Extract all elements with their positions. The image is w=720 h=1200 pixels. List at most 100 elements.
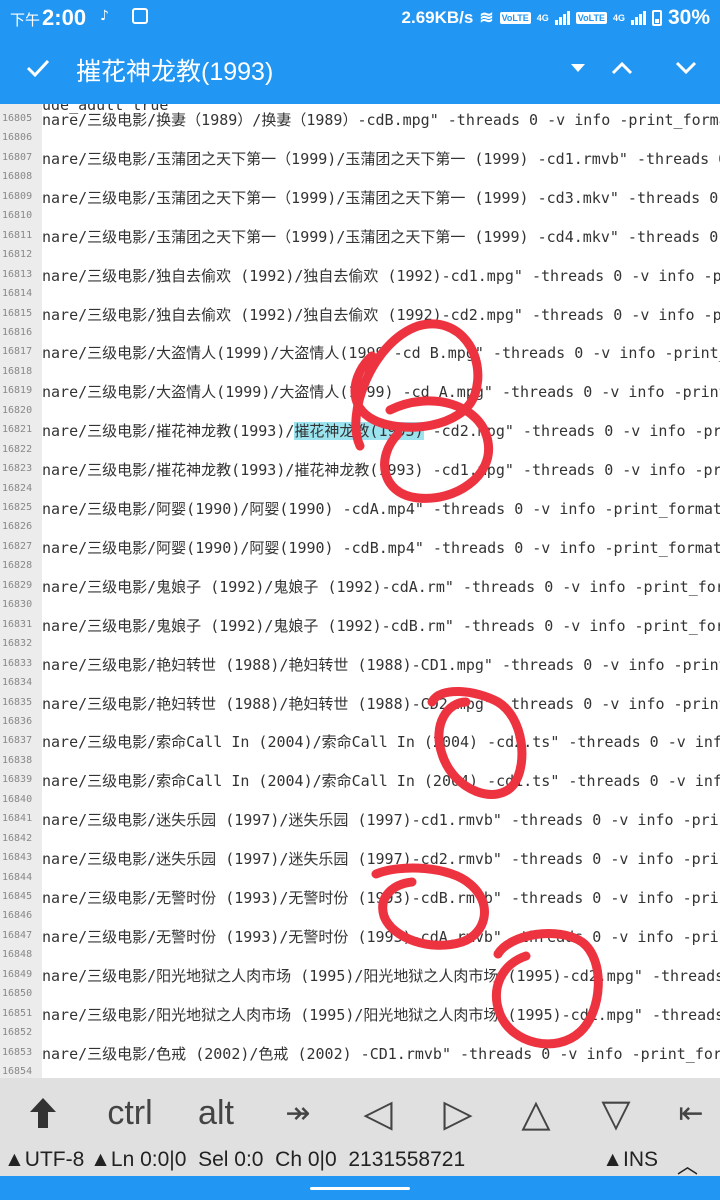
- confirm-button[interactable]: [16, 46, 60, 90]
- line-number: 16822: [2, 443, 33, 455]
- editor-line[interactable]: 16818: [0, 363, 720, 383]
- editor-status-bar: ▲UTF-8 ▲Ln 0:0|0 Sel 0:0 Ch 0|0 21315587…: [0, 1148, 720, 1178]
- editor-line[interactable]: 16815 nare/三级电影/独自去偷欢 (1992)/独自去偷欢 (1992)…: [0, 305, 720, 325]
- text-editor[interactable]: ude_adult true 16805 nare/三级电影/换妻（1989）/换…: [0, 104, 720, 1078]
- home-key[interactable]: ⇤: [668, 1078, 714, 1148]
- line-number: 16854: [2, 1066, 33, 1078]
- line-number: 16827: [2, 540, 33, 552]
- editor-line[interactable]: 16836: [0, 713, 720, 733]
- editor-line[interactable]: 16848: [0, 946, 720, 966]
- home-gesture-pill[interactable]: [310, 1187, 410, 1190]
- editor-line[interactable]: 16842: [0, 830, 720, 850]
- editor-line[interactable]: 16854: [0, 1063, 720, 1078]
- line-number: 16814: [2, 288, 33, 300]
- editor-line[interactable]: 16830: [0, 596, 720, 616]
- alt-key[interactable]: alt: [184, 1078, 248, 1148]
- editor-line[interactable]: 16849 nare/三级电影/阳光地狱之人肉市场 (1995)/阳光地狱之人肉市…: [0, 966, 720, 986]
- tab-key[interactable]: ↠: [272, 1078, 324, 1148]
- editor-line[interactable]: 16807 nare/三级电影/玉蒲团之天下第一（1999)/玉蒲团之天下第一 (…: [0, 149, 720, 169]
- signal-icon-1: [554, 11, 570, 25]
- line-text: nare/三级电影/阿婴(1990)/阿婴(1990) -cdB.mp4" -t…: [42, 538, 720, 557]
- line-number: 16811: [2, 229, 33, 241]
- editor-line[interactable]: 16809 nare/三级电影/玉蒲团之天下第一（1999)/玉蒲团之天下第一 (…: [0, 188, 720, 208]
- line-number: 16813: [2, 268, 33, 280]
- line-text: nare/三级电影/换妻（1989）/换妻（1989）-cdB.mpg" -th…: [42, 111, 720, 129]
- editor-line[interactable]: 16845 nare/三级电影/无警时份 (1993)/无警时份 (1993)-c…: [0, 888, 720, 908]
- editor-line[interactable]: 16822: [0, 441, 720, 461]
- editor-line[interactable]: 16826: [0, 518, 720, 538]
- editor-line[interactable]: 16805 nare/三级电影/换妻（1989）/换妻（1989）-cdB.mpg…: [0, 110, 720, 130]
- editor-line[interactable]: 16813 nare/三级电影/独自去偷欢 (1992)/独自去偷欢 (1992)…: [0, 266, 720, 286]
- line-number: 16846: [2, 910, 33, 922]
- insert-mode-indicator[interactable]: ▲INS: [602, 1148, 658, 1172]
- status-right: 2.69KB/s ≋ VoLTE 4G VoLTE 4G 30%: [402, 6, 710, 30]
- line-number: 16808: [2, 171, 33, 183]
- editor-line[interactable]: 16824: [0, 480, 720, 500]
- editor-line[interactable]: 16844: [0, 869, 720, 889]
- editor-line[interactable]: 16810: [0, 207, 720, 227]
- navigation-bar: [0, 1176, 720, 1200]
- ctrl-key[interactable]: ctrl: [92, 1078, 168, 1148]
- line-number: 16843: [2, 852, 33, 864]
- shift-key[interactable]: [14, 1078, 72, 1148]
- status-info: ▲UTF-8 ▲Ln 0:0|0 Sel 0:0 Ch 0|0 21315587…: [4, 1148, 465, 1172]
- line-text: nare/三级电影/阳光地狱之人肉市场 (1995)/阳光地狱之人肉市场 (19…: [42, 966, 720, 985]
- editor-line[interactable]: 16823 nare/三级电影/摧花神龙教(1993)/摧花神龙教(1993) -…: [0, 460, 720, 480]
- down-arrow-key[interactable]: ▽: [588, 1078, 644, 1148]
- editor-line[interactable]: 16828: [0, 557, 720, 577]
- editor-line[interactable]: 16840: [0, 791, 720, 811]
- line-number: 16844: [2, 871, 33, 883]
- editor-line[interactable]: 16843 nare/三级电影/迷失乐园 (1997)/迷失乐园 (1997)-c…: [0, 849, 720, 869]
- editor-line[interactable]: 16812: [0, 246, 720, 266]
- editor-line[interactable]: 16817 nare/三级电影/大盗情人(1999)/大盗情人(1999 -cd …: [0, 343, 720, 363]
- line-number: 16819: [2, 385, 33, 397]
- net-type-2: 4G: [612, 13, 625, 23]
- editor-line[interactable]: 16819 nare/三级电影/大盗情人(1999)/大盗情人(1999) -cd…: [0, 382, 720, 402]
- editor-line[interactable]: 16847 nare/三级电影/无警时份 (1993)/无警时份 (1993)-c…: [0, 927, 720, 947]
- search-options-button[interactable]: [556, 46, 600, 90]
- editor-line[interactable]: 16821 nare/三级电影/摧花神龙教(1993)/摧花神龙教(1993) -…: [0, 421, 720, 441]
- editor-line[interactable]: 16850: [0, 985, 720, 1005]
- editor-line[interactable]: 16852: [0, 1024, 720, 1044]
- editor-line[interactable]: 16814: [0, 285, 720, 305]
- editor-line[interactable]: 16838: [0, 752, 720, 772]
- line-text: nare/三级电影/玉蒲团之天下第一（1999)/玉蒲团之天下第一 (1999)…: [42, 149, 720, 168]
- editor-line[interactable]: 16841 nare/三级电影/迷失乐园 (1997)/迷失乐园 (1997)-c…: [0, 810, 720, 830]
- line-text: nare/三级电影/艳妇转世 (1988)/艳妇转世 (1988)-CD2.mp…: [42, 694, 720, 713]
- line-number: 16837: [2, 735, 33, 747]
- left-arrow-key[interactable]: ◁: [350, 1078, 406, 1148]
- line-indicator[interactable]: ▲Ln 0:0|0: [90, 1148, 186, 1171]
- editor-line[interactable]: 16816: [0, 324, 720, 344]
- editor-line[interactable]: 16829 nare/三级电影/鬼娘子 (1992)/鬼娘子 (1992)-cdA…: [0, 577, 720, 597]
- find-next-button[interactable]: [664, 46, 708, 90]
- editor-line[interactable]: 16834: [0, 674, 720, 694]
- encoding-indicator[interactable]: ▲UTF-8: [4, 1148, 84, 1171]
- find-previous-button[interactable]: [600, 46, 644, 90]
- up-arrow-key[interactable]: △: [508, 1078, 564, 1148]
- editor-line[interactable]: 16851 nare/三级电影/阳光地狱之人肉市场 (1995)/阳光地狱之人肉市…: [0, 1005, 720, 1025]
- editor-line[interactable]: 16853 nare/三级电影/色戒 (2002)/色戒 (2002) -CD1.…: [0, 1044, 720, 1064]
- editor-line[interactable]: 16832: [0, 635, 720, 655]
- editor-line[interactable]: 16827 nare/三级电影/阿婴(1990)/阿婴(1990) -cdB.mp…: [0, 538, 720, 558]
- editor-line[interactable]: 16839 nare/三级电影/索命Call In (2004)/索命Call I…: [0, 771, 720, 791]
- editor-line[interactable]: 16835 nare/三级电影/艳妇转世 (1988)/艳妇转世 (1988)-C…: [0, 694, 720, 714]
- editor-line[interactable]: 16846: [0, 907, 720, 927]
- editor-line[interactable]: 16825 nare/三级电影/阿婴(1990)/阿婴(1990) -cdA.mp…: [0, 499, 720, 519]
- status-bar: 下午2:00 ♪ 2.69KB/s ≋ VoLTE 4G VoLTE 4G 30…: [0, 0, 720, 34]
- line-text: nare/三级电影/摧花神龙教(1993)/摧花神龙教(1993) -cd2.m…: [42, 421, 720, 441]
- caret-down-icon: [571, 64, 585, 72]
- editor-line[interactable]: 16806: [0, 129, 720, 149]
- line-text: nare/三级电影/大盗情人(1999)/大盗情人(1999 -cd B.mpg…: [42, 344, 720, 363]
- line-number: 16820: [2, 404, 33, 416]
- editor-line[interactable]: 16833 nare/三级电影/艳妇转世 (1988)/艳妇转世 (1988)-C…: [0, 655, 720, 675]
- battery-icon: [651, 10, 662, 26]
- editor-line[interactable]: 16820: [0, 402, 720, 422]
- editor-line[interactable]: 16837 nare/三级电影/索命Call In (2004)/索命Call I…: [0, 732, 720, 752]
- line-number: 16821: [2, 424, 33, 436]
- editor-line[interactable]: 16811 nare/三级电影/玉蒲团之天下第一（1999)/玉蒲团之天下第一 (…: [0, 227, 720, 247]
- editor-line[interactable]: 16831 nare/三级电影/鬼娘子 (1992)/鬼娘子 (1992)-cdB…: [0, 616, 720, 636]
- line-text: nare/三级电影/迷失乐园 (1997)/迷失乐园 (1997)-cd2.rm…: [42, 850, 720, 869]
- right-arrow-key[interactable]: ▷: [430, 1078, 486, 1148]
- line-number: 16836: [2, 715, 33, 727]
- editor-line[interactable]: 16808: [0, 168, 720, 188]
